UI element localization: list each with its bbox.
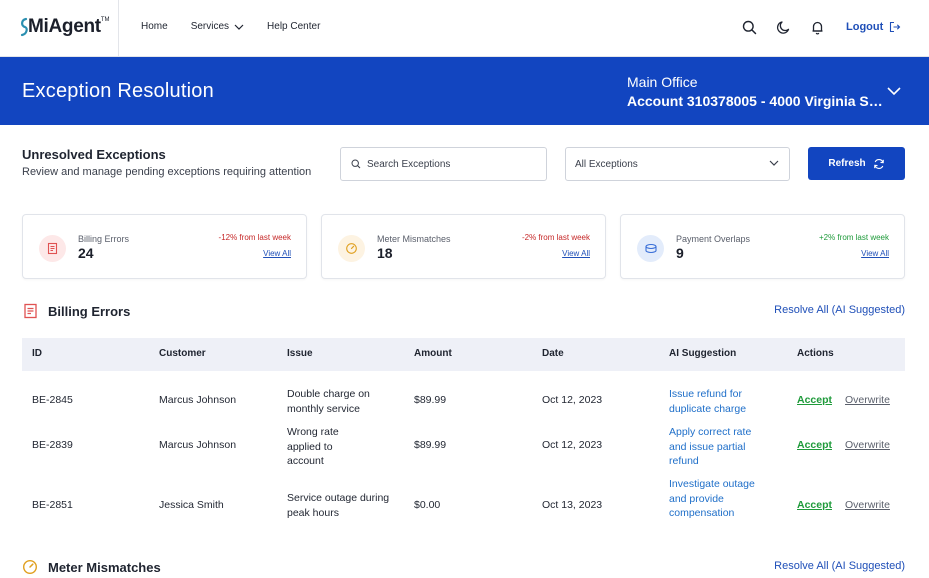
accept-button[interactable]: Accept bbox=[797, 394, 832, 406]
cell-customer: Marcus Johnson bbox=[159, 439, 237, 451]
stat-change: -12% from last week bbox=[218, 233, 291, 242]
stat-label: Meter Mismatches bbox=[377, 234, 451, 244]
logo-text: MiAgent bbox=[28, 16, 101, 37]
stat-change: +2% from last week bbox=[818, 233, 889, 242]
resolve-all-billing-link[interactable]: Resolve All (AI Suggested) bbox=[774, 304, 905, 316]
cell-date: Oct 13, 2023 bbox=[542, 499, 603, 511]
resolve-all-meter-link[interactable]: Resolve All (AI Suggested) bbox=[774, 560, 905, 572]
cell-issue: Service outage during peak hours bbox=[287, 492, 390, 519]
section-subtitle: Review and manage pending exceptions req… bbox=[22, 166, 312, 178]
column-header-id: ID bbox=[32, 348, 42, 359]
logout-icon bbox=[890, 21, 901, 33]
overwrite-button[interactable]: Overwrite bbox=[845, 499, 890, 511]
chevron-down-icon bbox=[234, 24, 244, 30]
gauge-icon bbox=[22, 559, 38, 575]
document-icon bbox=[22, 303, 38, 319]
nav-link-services-label: Services bbox=[190, 21, 230, 32]
stat-value: 9 bbox=[676, 245, 684, 261]
cell-amount: $89.99 bbox=[414, 439, 447, 451]
stat-value: 18 bbox=[377, 245, 393, 261]
stat-value: 24 bbox=[78, 245, 94, 261]
table-row: BE-2845 Marcus Johnson Double charge on … bbox=[22, 386, 905, 418]
cell-date: Oct 12, 2023 bbox=[542, 394, 603, 406]
accept-button[interactable]: Accept bbox=[797, 499, 832, 511]
table-header: ID Customer Issue Amount Date AI Suggest… bbox=[22, 338, 905, 371]
overwrite-button[interactable]: Overwrite bbox=[845, 394, 890, 406]
table-row: BE-2851 Jessica Smith Service outage dur… bbox=[22, 476, 905, 534]
cell-customer: Jessica Smith bbox=[159, 499, 224, 511]
logo-tm: TM bbox=[100, 17, 110, 23]
exception-filter-select[interactable]: All Exceptions bbox=[565, 147, 790, 181]
cell-id: BE-2845 bbox=[32, 394, 73, 406]
cell-ai-suggestion: Investigate outage and provide compensat… bbox=[669, 478, 755, 519]
document-icon bbox=[39, 235, 66, 262]
meter-mismatches-title: Meter Mismatches bbox=[48, 559, 161, 575]
search-icon[interactable] bbox=[741, 19, 757, 35]
view-all-link[interactable]: View All bbox=[861, 249, 889, 258]
cell-ai-suggestion: Issue refund for duplicate charge bbox=[669, 388, 747, 415]
column-header-amount: Amount bbox=[414, 348, 452, 359]
refresh-button[interactable]: Refresh bbox=[808, 147, 905, 180]
office-name: Main Office bbox=[627, 74, 698, 90]
column-header-customer: Customer bbox=[159, 348, 206, 359]
cell-amount: $0.00 bbox=[414, 499, 441, 511]
nav-divider bbox=[118, 0, 119, 57]
nav-link-services[interactable]: Services bbox=[191, 21, 244, 32]
billing-errors-header: Billing Errors bbox=[22, 301, 130, 321]
cell-customer: Marcus Johnson bbox=[159, 394, 237, 406]
table-row: BE-2839 Marcus Johnson Wrong rate applie… bbox=[22, 424, 905, 468]
column-header-date: Date bbox=[542, 348, 564, 359]
chevron-down-icon bbox=[769, 160, 779, 166]
column-header-actions: Actions bbox=[797, 348, 834, 359]
billing-errors-title: Billing Errors bbox=[48, 303, 131, 319]
search-icon bbox=[351, 159, 361, 169]
cell-id: BE-2851 bbox=[32, 499, 73, 511]
gauge-icon bbox=[338, 235, 365, 262]
refresh-icon bbox=[873, 158, 884, 169]
logo-mark-icon bbox=[20, 17, 28, 37]
page-banner: Exception Resolution Main Office Account… bbox=[0, 57, 929, 125]
logout-button[interactable]: Logout bbox=[846, 21, 901, 33]
stat-card-meter-mismatches: Meter Mismatches 18 -2% from last week V… bbox=[321, 214, 606, 279]
exception-filter-value: All Exceptions bbox=[575, 158, 638, 170]
nav-link-home[interactable]: Home bbox=[141, 21, 168, 32]
cell-id: BE-2839 bbox=[32, 439, 73, 451]
stat-change: -2% from last week bbox=[521, 233, 590, 242]
bell-icon[interactable] bbox=[809, 19, 825, 35]
cell-issue: Double charge on monthly service bbox=[287, 388, 370, 415]
cell-amount: $89.99 bbox=[414, 394, 447, 406]
logout-label: Logout bbox=[846, 21, 884, 33]
account-selector[interactable]: Main Office Account 310378005 - 4000 Vir… bbox=[627, 73, 885, 111]
cell-ai-suggestion: Apply correct rate and issue partial ref… bbox=[669, 426, 752, 467]
overwrite-button[interactable]: Overwrite bbox=[845, 439, 890, 451]
logo[interactable]: MiAgent TM bbox=[20, 16, 110, 40]
stat-card-payment-overlaps: Payment Overlaps 9 +2% from last week Vi… bbox=[620, 214, 905, 279]
view-all-link[interactable]: View All bbox=[263, 249, 291, 258]
nav-links: Home Services Help Center bbox=[141, 21, 343, 32]
cell-date: Oct 12, 2023 bbox=[542, 439, 603, 451]
chevron-down-icon[interactable] bbox=[886, 84, 902, 98]
moon-icon[interactable] bbox=[775, 19, 791, 35]
stat-card-billing-errors: Billing Errors 24 -12% from last week Vi… bbox=[22, 214, 307, 279]
accept-button[interactable]: Accept bbox=[797, 439, 832, 451]
column-header-ai-suggestion: AI Suggestion bbox=[669, 348, 737, 359]
search-placeholder: Search Exceptions bbox=[367, 158, 451, 170]
section-title: Unresolved Exceptions bbox=[22, 147, 166, 162]
page-title: Exception Resolution bbox=[22, 80, 214, 102]
stat-label: Payment Overlaps bbox=[676, 234, 751, 244]
view-all-link[interactable]: View All bbox=[562, 249, 590, 258]
nav-link-help-center[interactable]: Help Center bbox=[267, 21, 320, 32]
refresh-label: Refresh bbox=[828, 158, 866, 169]
column-header-issue: Issue bbox=[287, 348, 313, 359]
coins-icon bbox=[637, 235, 664, 262]
top-nav: MiAgent TM Home Services Help Center Log… bbox=[0, 0, 929, 57]
account-label: Account 310378005 - 4000 Virginia St... bbox=[627, 93, 885, 109]
cell-issue: Wrong rate applied to account bbox=[287, 426, 339, 467]
meter-mismatches-header: Meter Mismatches bbox=[22, 557, 161, 577]
nav-icons bbox=[741, 19, 843, 35]
search-input[interactable]: Search Exceptions bbox=[340, 147, 547, 181]
stat-label: Billing Errors bbox=[78, 234, 130, 244]
